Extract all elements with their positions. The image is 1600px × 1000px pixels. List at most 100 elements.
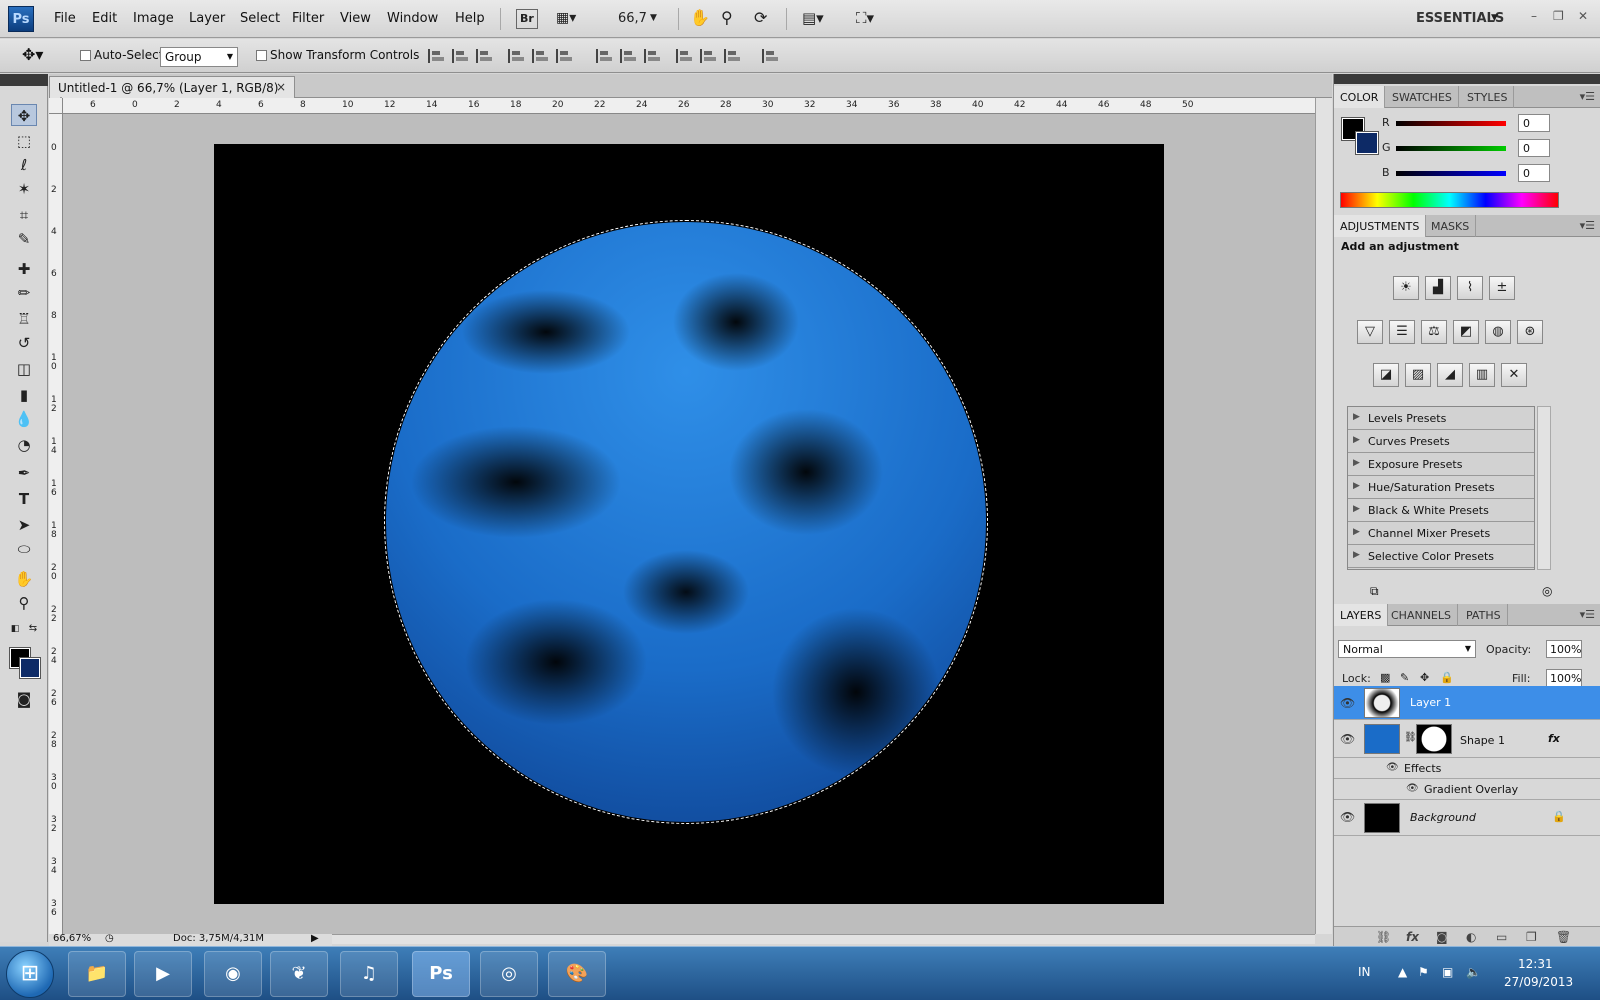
green-app-icon[interactable]: ❦ [270,951,328,997]
horizontal-scrollbar[interactable] [330,934,1315,944]
tab-swatches[interactable]: SWATCHES [1386,86,1459,108]
swap-colors-icon[interactable]: ⇆ [26,618,40,640]
vertical-scrollbar[interactable] [1315,98,1332,934]
type-tool-icon[interactable]: T [11,488,37,510]
volume-icon[interactable]: 🔈 [1466,965,1481,979]
preset-item[interactable]: Exposure Presets [1348,453,1534,476]
preset-item[interactable]: Levels Presets [1348,407,1534,430]
red-slider[interactable] [1396,121,1506,126]
color-spectrum-bar[interactable] [1340,192,1559,208]
move-tool-preset-icon[interactable]: ✥▾ [22,45,43,64]
levels-icon[interactable]: ▟ [1425,276,1451,300]
auto-align-layers-icon[interactable] [762,49,778,63]
close-window-icon[interactable]: ✕ [1578,9,1588,23]
hue-saturation-icon[interactable]: ☰ [1389,320,1415,344]
menu-window[interactable]: Window [387,11,438,26]
red-value-input[interactable]: 0 [1518,114,1550,132]
align-left-icon[interactable] [508,49,524,63]
clone-stamp-tool-icon[interactable]: ♖ [11,308,37,330]
auto-select-checkbox[interactable] [80,50,91,61]
color-balance-icon[interactable]: ⚖ [1421,320,1447,344]
photo-filter-icon[interactable]: ◍ [1485,320,1511,344]
show-hidden-icons-icon[interactable]: ▲ [1398,965,1407,979]
black-white-icon[interactable]: ◩ [1453,320,1479,344]
clock-date[interactable]: 27/09/2013 [1504,975,1573,989]
brightness-contrast-icon[interactable]: ☀ [1393,276,1419,300]
clock-time[interactable]: 12:31 [1518,957,1553,971]
preset-item[interactable]: Selective Color Presets [1348,545,1534,568]
distribute-hcenter-icon[interactable] [700,49,716,63]
green-value-input[interactable]: 0 [1518,139,1550,157]
blue-planet-selection[interactable] [384,220,988,824]
menu-edit[interactable]: Edit [92,11,117,26]
gradient-map-icon[interactable]: ▥ [1469,363,1495,387]
new-adjustment-layer-icon[interactable]: ◐ [1466,930,1476,944]
ellipse-tool-icon[interactable]: ⬭ [11,538,37,560]
show-transform-checkbox[interactable] [256,50,267,61]
media-player-icon[interactable]: ▶ [134,951,192,997]
visibility-eye-icon[interactable]: 👁 [1340,732,1355,746]
exposure-icon[interactable]: ± [1489,276,1515,300]
auto-select-target-select[interactable]: Group [160,47,238,67]
tools-panel-header[interactable] [0,74,48,86]
clip-to-layer-icon[interactable]: ⧉ [1370,584,1379,599]
gradient-overlay-row[interactable]: 👁 Gradient Overlay [1334,779,1600,800]
chrome-icon[interactable]: ◎ [480,951,538,997]
rotate-view-icon[interactable]: ⟳ [754,8,767,30]
lock-transparency-icon[interactable]: ▩ [1380,671,1390,684]
visibility-eye-icon[interactable]: 👁 [1386,762,1399,773]
dodge-tool-icon[interactable]: ◔ [11,434,37,456]
menu-filter[interactable]: Filter [292,11,324,26]
close-document-icon[interactable]: × [276,80,286,94]
layer-row-shape-1[interactable]: 👁 ⛓ Shape 1 fx [1334,720,1600,758]
status-info-icon[interactable]: ◷ [105,933,114,944]
paint-app-icon[interactable]: 🎨 [548,951,606,997]
vibrance-icon[interactable]: ▽ [1357,320,1383,344]
new-group-icon[interactable]: ▭ [1496,930,1507,944]
eyedropper-tool-icon[interactable]: ✎ [11,228,37,250]
menu-image[interactable]: Image [133,11,174,26]
path-selection-tool-icon[interactable]: ➤ [11,514,37,536]
green-slider[interactable] [1396,146,1506,151]
channel-mixer-icon[interactable]: ⊛ [1517,320,1543,344]
file-explorer-icon[interactable]: 📁 [68,951,126,997]
photoshop-taskbar-icon[interactable]: Ps [412,951,470,997]
panel-menu-icon[interactable]: ▾☰ [1580,90,1595,103]
distribute-left-icon[interactable] [676,49,692,63]
workspace-dropdown-icon[interactable]: ▼ [1491,13,1498,35]
selective-color-icon[interactable]: ✕ [1501,363,1527,387]
background-color-swatch[interactable] [19,657,41,679]
tab-channels[interactable]: CHANNELS [1385,604,1458,626]
lasso-tool-icon[interactable]: ℓ [11,154,37,176]
link-icon[interactable]: ⛓ [1404,732,1417,743]
default-colors-icon[interactable]: ◧ [8,618,22,640]
lock-position-icon[interactable]: ✥ [1420,671,1429,684]
add-layer-style-icon[interactable]: fx [1406,930,1419,944]
status-menu-arrow-icon[interactable]: ▶ [311,933,319,944]
preset-item[interactable]: Channel Mixer Presets [1348,522,1534,545]
document-canvas[interactable] [214,144,1164,904]
menu-file[interactable]: File [54,11,76,26]
tab-adjustments[interactable]: ADJUSTMENTS [1334,215,1427,237]
document-tab[interactable]: Untitled-1 @ 66,7% (Layer 1, RGB/8) * × [49,76,295,109]
lock-pixels-icon[interactable]: ✎ [1400,671,1409,684]
tab-paths[interactable]: PATHS [1460,604,1508,626]
pen-tool-icon[interactable]: ✒ [11,462,37,484]
new-layer-icon[interactable]: ❐ [1526,930,1537,944]
link-layers-icon[interactable]: ⛓ [1376,930,1391,944]
restore-icon[interactable]: ❐ [1553,9,1564,23]
layer-row-background[interactable]: 👁 Background 🔒 [1334,800,1600,836]
panel-menu-icon[interactable]: ▾☰ [1580,219,1595,232]
minimize-icon[interactable]: – [1531,9,1537,23]
panel-background-color[interactable] [1355,131,1379,155]
ruler-origin[interactable] [49,98,63,114]
speakers-icon[interactable]: ♫ [340,951,398,997]
invert-icon[interactable]: ◪ [1373,363,1399,387]
expand-view-icon[interactable]: ◎ [1542,584,1552,598]
language-indicator[interactable]: IN [1358,965,1371,979]
quick-mask-icon[interactable]: ◙ [11,688,37,710]
hand-tool-icon[interactable]: ✋ [11,568,37,590]
zoom-level-field[interactable]: 66,7 [618,11,647,33]
healing-brush-tool-icon[interactable]: ✚ [11,258,37,280]
distribute-center-icon[interactable] [620,49,636,63]
